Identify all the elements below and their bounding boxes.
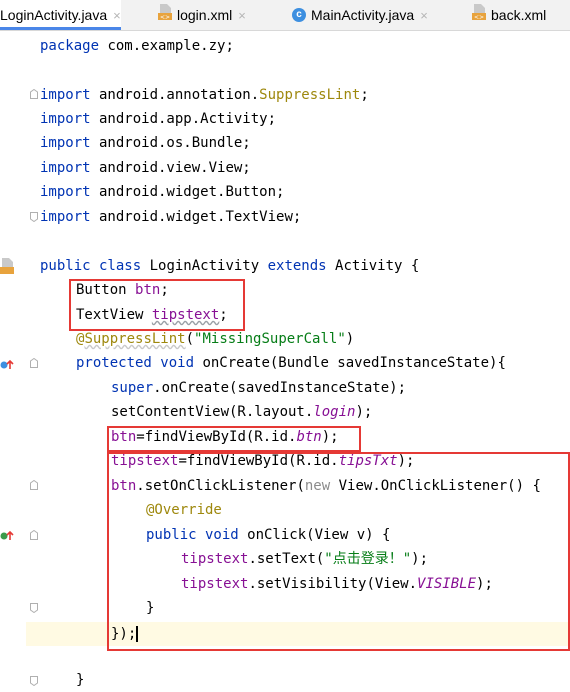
keyword: extends (267, 258, 327, 274)
code-text: ( (185, 331, 195, 347)
code-text: android.app.Activity; (90, 111, 277, 127)
code-text: ; (360, 87, 369, 103)
close-icon[interactable]: × (113, 8, 121, 23)
code-text: onCreate(Bundle savedInstanceState){ (194, 355, 506, 371)
tab-back-xml[interactable]: <> back.xml (472, 0, 546, 30)
highlight-box-fields (69, 279, 245, 331)
code-text: android.widget.TextView; (90, 209, 302, 225)
keyword: import (40, 135, 91, 151)
tab-label: LoginActivity.java (0, 7, 108, 23)
code-line[interactable]: import android.os.Bundle; (40, 131, 251, 155)
keyword: import (40, 111, 91, 127)
code-line[interactable]: import android.annotation.SuppressLint; (40, 83, 369, 107)
code-line[interactable]: import android.widget.Button; (40, 180, 284, 204)
code-line[interactable]: package com.example.zy; (40, 34, 234, 58)
code-text: LoginActivity (141, 258, 268, 274)
keyword: import (40, 87, 91, 103)
keyword: public class (40, 258, 142, 274)
xml-file-icon: <> (158, 1, 172, 31)
svg-text:<>: <> (474, 14, 484, 20)
fold-marker-icon[interactable] (30, 358, 38, 368)
close-icon[interactable]: × (238, 8, 246, 23)
java-class-icon: c (292, 8, 306, 23)
code-line[interactable]: import android.widget.TextView; (40, 205, 301, 229)
tab-label: MainActivity.java (311, 7, 415, 23)
fold-marker-icon[interactable] (30, 212, 38, 222)
svg-text:<>: <> (160, 14, 170, 20)
keyword: protected void (76, 355, 195, 371)
annotation-class: SuppressLint (259, 87, 361, 103)
keyword: super (111, 380, 154, 396)
fold-marker-icon[interactable] (30, 530, 38, 540)
close-icon[interactable]: × (420, 8, 428, 23)
string-literal: "MissingSuperCall" (194, 331, 346, 347)
code-text: android.widget.Button; (90, 184, 285, 200)
keyword: package (40, 38, 100, 54)
tab-login-activity[interactable]: LoginActivity.java × (0, 0, 121, 30)
code-line[interactable]: super.onCreate(savedInstanceState); (111, 376, 406, 400)
keyword: import (40, 209, 91, 225)
code-line[interactable]: import android.app.Activity; (40, 107, 276, 131)
code-text: com.example.zy; (99, 38, 234, 54)
highlight-box-btn-init (107, 426, 361, 452)
code-line[interactable]: protected void onCreate(Bundle savedInst… (76, 351, 506, 375)
tab-login-xml[interactable]: <> login.xml × (158, 0, 246, 30)
override-method-icon[interactable] (0, 356, 14, 375)
tab-label: login.xml (177, 7, 233, 23)
fold-marker-icon[interactable] (30, 480, 38, 490)
code-text: android.os.Bundle; (90, 135, 251, 151)
code-text: android.view.View; (90, 160, 251, 176)
fold-marker-icon[interactable] (30, 603, 38, 613)
layout-file-icon[interactable] (0, 258, 14, 278)
highlight-box-listener (107, 452, 570, 651)
keyword: import (40, 184, 91, 200)
editor-tab-bar: LoginActivity.java × <> login.xml × c MainA… (0, 0, 570, 31)
code-text: setContentView(R.layout. (111, 404, 314, 420)
code-line[interactable]: } (76, 668, 84, 692)
code-line[interactable]: import android.view.View; (40, 156, 251, 180)
code-text: .onCreate(savedInstanceState); (153, 380, 407, 396)
code-text: } (76, 672, 85, 688)
tab-main-activity[interactable]: c MainActivity.java × (292, 0, 428, 30)
fold-marker-icon[interactable] (30, 89, 38, 99)
keyword: import (40, 160, 91, 176)
fold-marker-icon[interactable] (30, 676, 38, 686)
code-text: ); (355, 404, 373, 420)
annotation: SuppressLint (84, 331, 186, 347)
implement-method-icon[interactable] (0, 527, 14, 546)
xml-file-icon: <> (472, 1, 486, 31)
code-text: Activity { (326, 258, 420, 274)
code-text: ) (345, 331, 355, 347)
code-text: android.annotation. (90, 87, 260, 103)
field-name: login (313, 404, 356, 420)
code-line[interactable]: public class LoginActivity extends Activ… (40, 254, 419, 278)
code-line[interactable]: setContentView(R.layout.login); (111, 400, 372, 424)
tab-label: back.xml (491, 7, 547, 23)
